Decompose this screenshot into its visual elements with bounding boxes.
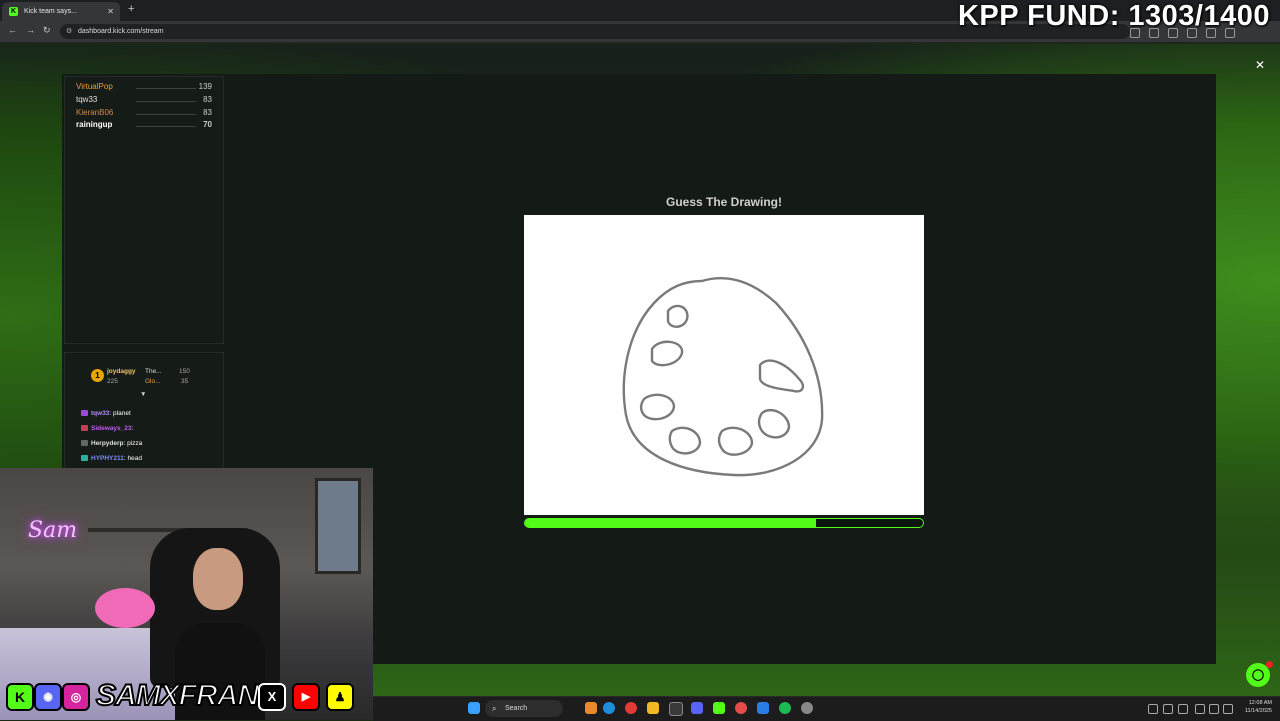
top-gifter-count: 225 bbox=[107, 378, 118, 385]
leaderboard-name: tqw33 bbox=[76, 95, 98, 104]
tray-icon[interactable] bbox=[1178, 704, 1188, 714]
windows-taskbar: ⌕ Search 12:08 AM 11/14/2025 bbox=[373, 696, 1280, 721]
chat-username[interactable]: tqw33 bbox=[91, 410, 109, 417]
widgets-icon[interactable] bbox=[585, 702, 597, 714]
kick-icon: K bbox=[6, 683, 34, 711]
drawing-sketch bbox=[622, 277, 824, 477]
leaderboard-score: 139 bbox=[198, 82, 212, 91]
leaderboard-score: 83 bbox=[203, 108, 212, 117]
edge-icon[interactable] bbox=[603, 702, 615, 714]
timer-fill bbox=[525, 519, 816, 527]
collapse-icon[interactable]: ▼ bbox=[140, 391, 146, 398]
leaderboard-row: rainingup 70 bbox=[76, 120, 212, 132]
chat-text: : bbox=[131, 425, 134, 432]
close-tab-icon[interactable]: ✕ bbox=[107, 2, 114, 21]
leaderboard-panel: VirtualPop 139 tqw33 83 KieranB06 83 rai… bbox=[64, 76, 224, 344]
tray-icon[interactable] bbox=[1163, 704, 1173, 714]
file-explorer-icon[interactable] bbox=[647, 702, 659, 714]
window bbox=[315, 478, 361, 574]
gifter-name: Glo... bbox=[145, 378, 161, 385]
top-gifter-name: joydaggy bbox=[107, 368, 136, 375]
store-icon[interactable] bbox=[669, 702, 683, 716]
streamer-handle: SAMXFRANK bbox=[95, 678, 281, 713]
leaderboard-score: 70 bbox=[203, 120, 212, 129]
chat-message: tqw33: planet bbox=[81, 410, 131, 417]
notification-badge bbox=[1266, 661, 1273, 668]
discord-icon: ◉ bbox=[34, 683, 62, 711]
app-icon[interactable] bbox=[757, 702, 769, 714]
spotify-icon[interactable] bbox=[779, 702, 791, 714]
chat-text: : head bbox=[123, 455, 142, 462]
new-tab-icon[interactable]: + bbox=[128, 3, 134, 15]
divider bbox=[136, 126, 196, 127]
forward-icon[interactable]: → bbox=[26, 25, 35, 35]
taskbar-search[interactable]: ⌕ Search bbox=[485, 700, 563, 717]
chrome-icon[interactable] bbox=[625, 702, 637, 714]
badge-icon bbox=[81, 425, 88, 432]
browser-tab[interactable]: K Kick team says... ✕ bbox=[2, 2, 120, 21]
gifter-count: 150 bbox=[179, 368, 190, 375]
divider bbox=[136, 101, 196, 102]
drawing-canvas bbox=[524, 215, 924, 515]
taskbar-clock[interactable]: 12:08 AM 11/14/2025 bbox=[1245, 699, 1272, 715]
round-timer-bar bbox=[524, 518, 924, 528]
kick-app-icon[interactable] bbox=[713, 702, 725, 714]
divider bbox=[136, 114, 196, 115]
clock-date: 11/14/2025 bbox=[1244, 708, 1272, 714]
search-icon: ⌕ bbox=[492, 704, 497, 713]
chat-message: Sideways_23: bbox=[81, 425, 133, 432]
game-title: Guess The Drawing! bbox=[665, 195, 783, 209]
rank-badge: 1 bbox=[91, 369, 104, 382]
x-icon: X bbox=[258, 683, 286, 711]
settings-icon[interactable] bbox=[801, 702, 813, 714]
face bbox=[193, 548, 243, 610]
kick-icon: K bbox=[9, 7, 18, 16]
leaderboard-score: 83 bbox=[203, 95, 212, 104]
tab-title: Kick team says... bbox=[24, 8, 77, 15]
chat-username[interactable]: HYPHY211 bbox=[91, 455, 124, 462]
search-label: Search bbox=[505, 705, 528, 712]
snapchat-icon: ♟ bbox=[326, 683, 354, 711]
start-icon[interactable] bbox=[468, 702, 480, 714]
chat-username[interactable]: Herpyderp bbox=[91, 440, 124, 447]
gifter-name: The... bbox=[145, 368, 162, 375]
back-icon[interactable]: ← bbox=[8, 25, 17, 35]
chat-panel: 1 joydaggy 225 The... 150 Glo... 35 ▼ tq… bbox=[64, 352, 224, 470]
badge-icon bbox=[81, 455, 88, 462]
gifter-count: 35 bbox=[181, 378, 189, 385]
clock-time: 12:08 AM bbox=[1248, 700, 1272, 706]
tray-chevron-icon[interactable] bbox=[1148, 704, 1158, 714]
chat-message: HYPHY211: head bbox=[81, 455, 142, 462]
site-info-icon[interactable]: ⚙ bbox=[66, 24, 72, 39]
chat-message: Herpyderp: pizza bbox=[81, 440, 142, 447]
leaderboard-name: KieranB06 bbox=[76, 108, 114, 117]
badge-icon bbox=[81, 440, 88, 447]
plush-toy bbox=[95, 588, 155, 628]
battery-icon[interactable] bbox=[1223, 704, 1233, 714]
leaderboard-name: VirtualPop bbox=[76, 82, 113, 91]
badge-icon bbox=[81, 410, 88, 417]
close-icon[interactable]: ✕ bbox=[1255, 58, 1265, 72]
chrome-icon[interactable] bbox=[735, 702, 747, 714]
leaderboard-row: VirtualPop 139 bbox=[76, 82, 212, 94]
chat-username[interactable]: Sideways_23 bbox=[91, 425, 131, 432]
discord-icon[interactable] bbox=[691, 702, 703, 714]
youtube-icon: ▶ bbox=[292, 683, 320, 711]
chat-text: : planet bbox=[109, 410, 131, 417]
fund-counter: KPP FUND: 1303/1400 bbox=[957, 0, 1270, 32]
neon-sign: Sam bbox=[28, 518, 78, 543]
divider bbox=[136, 88, 196, 89]
url-text: dashboard.kick.com/stream bbox=[78, 28, 164, 35]
chat-text: : pizza bbox=[123, 440, 143, 447]
leaderboard-row: KieranB06 83 bbox=[76, 108, 212, 120]
leaderboard-row: tqw33 83 bbox=[76, 95, 212, 107]
reload-icon[interactable]: ↻ bbox=[43, 25, 51, 36]
instagram-icon: ◎ bbox=[62, 683, 90, 711]
volume-icon[interactable] bbox=[1209, 704, 1219, 714]
leaderboard-name: rainingup bbox=[76, 120, 113, 129]
wifi-icon[interactable] bbox=[1195, 704, 1205, 714]
